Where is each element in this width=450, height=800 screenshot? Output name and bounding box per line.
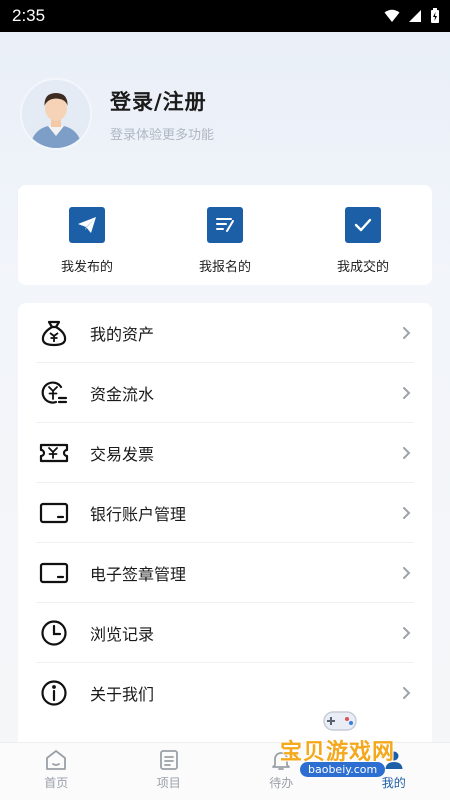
- list-icon: [159, 750, 178, 770]
- form-pen-icon: [207, 207, 243, 243]
- tab-label: 首页: [44, 776, 69, 790]
- signal-icon: [409, 10, 421, 22]
- tab-label: 项目: [156, 776, 181, 790]
- quick-my-deals[interactable]: 我成交的: [294, 185, 432, 285]
- menu-label: 银行账户管理: [90, 505, 187, 524]
- clock-icon: [36, 615, 72, 651]
- status-time: 2:35: [12, 6, 46, 25]
- menu-label: 电子签章管理: [90, 565, 187, 584]
- menu-item-my-assets[interactable]: 我的资产: [18, 303, 432, 363]
- menu-label: 资金流水: [90, 385, 155, 404]
- money-bag-icon: [36, 315, 72, 351]
- gamepad-logo-icon: [323, 711, 357, 731]
- menu-list: 我的资产 资金流水 交易发票 银行账户管理 电子签章管理 浏览记录 关于我们: [18, 303, 432, 763]
- battery-icon: [431, 8, 439, 23]
- menu-label: 浏览记录: [90, 625, 155, 644]
- quick-my-published[interactable]: 我发布的: [18, 185, 156, 285]
- menu-item-fund-flow[interactable]: 资金流水: [18, 363, 432, 423]
- wifi-icon: [384, 9, 400, 22]
- menu-item-e-signature[interactable]: 电子签章管理: [18, 543, 432, 603]
- profile-header[interactable]: 登录/注册 登录体验更多功能: [20, 76, 430, 152]
- paper-plane-icon: [69, 207, 105, 243]
- login-subtitle: 登录体验更多功能: [110, 127, 215, 143]
- chevron-right-icon: [403, 507, 411, 519]
- chevron-right-icon: [403, 447, 411, 459]
- checkmark-icon: [345, 207, 381, 243]
- home-icon: [46, 750, 67, 770]
- quick-label: 我报名的: [198, 260, 251, 275]
- menu-item-invoice[interactable]: 交易发票: [18, 423, 432, 483]
- chevron-right-icon: [403, 387, 411, 399]
- menu-label: 交易发票: [90, 445, 155, 464]
- menu-item-browse-history[interactable]: 浏览记录: [18, 603, 432, 663]
- tab-projects[interactable]: 项目: [113, 743, 226, 800]
- invoice-ticket-icon: [36, 435, 72, 471]
- card-icon: [36, 495, 72, 531]
- login-register-link[interactable]: 登录/注册: [110, 86, 214, 116]
- site-watermark: 宝贝游戏网 baobeiy.com: [280, 700, 445, 792]
- card-icon: [36, 555, 72, 591]
- watermark-url: baobeiy.com: [300, 762, 386, 777]
- chevron-right-icon: [403, 567, 411, 579]
- quick-actions-card: 我发布的 我报名的 我成交的: [18, 185, 432, 285]
- quick-my-registered[interactable]: 我报名的: [156, 185, 294, 285]
- chevron-right-icon: [403, 327, 411, 339]
- avatar[interactable]: [20, 78, 92, 150]
- status-icons: [384, 8, 440, 24]
- tab-home[interactable]: 首页: [0, 743, 113, 800]
- chevron-right-icon: [403, 687, 411, 699]
- quick-label: 我发布的: [60, 260, 113, 275]
- info-icon: [36, 675, 72, 711]
- menu-item-bank-account[interactable]: 银行账户管理: [18, 483, 432, 543]
- status-bar: 2:35: [0, 0, 450, 32]
- menu-label: 我的资产: [90, 325, 155, 344]
- chevron-right-icon: [403, 627, 411, 639]
- yuan-flow-icon: [36, 375, 72, 411]
- quick-label: 我成交的: [336, 260, 389, 275]
